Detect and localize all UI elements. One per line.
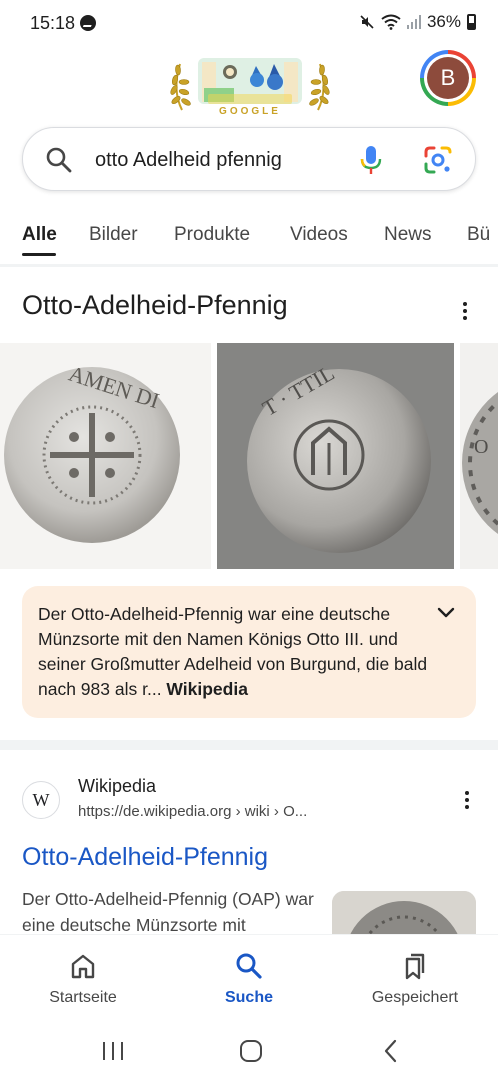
search-icon[interactable] xyxy=(45,146,73,174)
doodle-wordmark: GOOGLE xyxy=(219,106,281,117)
tab-produkte[interactable]: Produkte xyxy=(174,224,250,246)
search-icon xyxy=(236,953,262,979)
nav-startseite[interactable]: Startseite xyxy=(0,935,166,1025)
wifi-icon xyxy=(381,14,401,30)
knowledge-description: Der Otto-Adelheid-Pfennig war eine deuts… xyxy=(38,604,428,699)
tabs-divider xyxy=(0,264,498,267)
battery-icon xyxy=(467,14,476,30)
coin-image-strip: AMEN DI T · TTIL O xyxy=(0,343,498,569)
chevron-down-icon[interactable] xyxy=(436,606,456,620)
coin-image-3[interactable]: O xyxy=(460,343,498,569)
result-more-options-icon[interactable] xyxy=(464,791,470,811)
result-url[interactable]: https://de.wikipedia.org › wiki › O... xyxy=(78,803,307,820)
result-snippet: Der Otto-Adelheid-Pfennig (OAP) war eine… xyxy=(22,889,314,935)
description-source[interactable]: Wikipedia xyxy=(166,679,248,699)
nav-gespeichert[interactable]: Gespeichert xyxy=(332,935,498,1025)
battery-percent: 36% xyxy=(426,12,461,31)
home-button-icon[interactable] xyxy=(236,1036,266,1066)
microphone-icon[interactable] xyxy=(357,145,385,175)
recent-apps-icon[interactable] xyxy=(98,1036,128,1066)
svg-text:O: O xyxy=(474,436,488,458)
result-title-link[interactable]: Otto-Adelheid-Pfennig xyxy=(22,843,268,872)
search-tabs: Alle Bilder Produkte Videos News Bü xyxy=(0,214,498,258)
active-tab-indicator xyxy=(22,253,56,256)
wikipedia-favicon-icon: W xyxy=(22,781,60,819)
knowledge-description-card[interactable]: Der Otto-Adelheid-Pfennig war eine deuts… xyxy=(22,586,476,718)
messenger-icon xyxy=(80,15,96,31)
google-doodle[interactable]: GOOGLE xyxy=(168,50,332,118)
status-indicators: 36% xyxy=(359,12,476,32)
bottom-navigation: Startseite Suche Gespeichert xyxy=(0,934,498,1024)
nav-suche[interactable]: Suche xyxy=(166,935,332,1025)
bookmarks-icon xyxy=(405,953,425,980)
search-box[interactable] xyxy=(22,127,476,191)
system-navigation-bar xyxy=(0,1024,498,1080)
status-time: 15:18 xyxy=(30,13,76,33)
mute-icon xyxy=(360,15,374,29)
search-input[interactable] xyxy=(95,146,335,174)
section-divider xyxy=(0,740,498,750)
back-icon[interactable] xyxy=(376,1036,406,1066)
avatar: B xyxy=(427,57,469,99)
tab-news[interactable]: News xyxy=(384,224,432,246)
home-icon xyxy=(71,954,95,979)
signal-icon xyxy=(406,15,421,29)
more-options-icon[interactable] xyxy=(462,302,468,322)
result-site-name[interactable]: Wikipedia xyxy=(78,776,156,797)
tab-buecher[interactable]: Bü xyxy=(467,224,490,246)
coin-image-1[interactable]: AMEN DI xyxy=(0,343,211,569)
google-lens-icon[interactable] xyxy=(423,145,453,175)
tab-videos[interactable]: Videos xyxy=(290,224,348,246)
status-bar: 15:18 36% xyxy=(0,0,498,48)
account-avatar-button[interactable]: B xyxy=(420,50,476,106)
tab-bilder[interactable]: Bilder xyxy=(89,224,138,246)
coin-image-2[interactable]: T · TTIL xyxy=(217,343,454,569)
tab-alle[interactable]: Alle xyxy=(22,224,57,246)
knowledge-panel-title: Otto-Adelheid-Pfennig xyxy=(22,290,288,320)
